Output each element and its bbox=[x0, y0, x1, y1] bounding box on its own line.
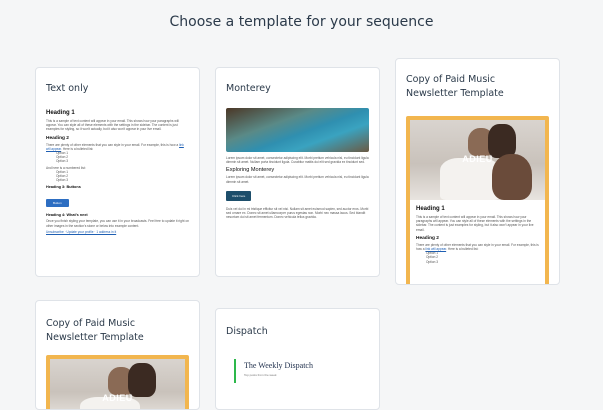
preview-subtitle: Top posts from the week bbox=[244, 373, 277, 377]
preview-paragraph: There are plenty of other elements that … bbox=[416, 242, 539, 252]
preview-paragraph: Lorem ipsum dolor sit amet, consectetur … bbox=[226, 175, 369, 184]
card-title: Text only bbox=[46, 83, 89, 94]
preview-button: Click here bbox=[226, 190, 252, 201]
shirt-shape bbox=[440, 158, 500, 200]
preview-paragraph: Duis vel dui in mi tristique efficitur s… bbox=[226, 206, 369, 220]
template-card-music-newsletter-2[interactable]: Copy of Paid Music Newsletter Template A… bbox=[35, 300, 200, 410]
template-card-monterey[interactable]: Monterey Lorem ipsum dolor sit amet, con… bbox=[215, 67, 380, 277]
preview-heading: Exploring Monterey bbox=[226, 167, 275, 174]
couple-photo: ADIEU bbox=[410, 120, 545, 200]
card-title: Monterey bbox=[226, 83, 271, 94]
coastline-photo bbox=[226, 108, 369, 152]
page-title: Choose a template for your sequence bbox=[169, 14, 434, 30]
adieu-label: ADIEU bbox=[102, 393, 133, 403]
preview-heading-1: Heading 1 bbox=[416, 206, 445, 212]
template-preview: ADIEU Heading 1 This is a sample of text… bbox=[406, 116, 549, 284]
card-title: Copy of Paid Music Newsletter Template bbox=[406, 74, 504, 99]
template-preview: ADIEU bbox=[46, 355, 189, 409]
preview-paragraph: This is a sample of text content will ap… bbox=[46, 119, 179, 132]
preview-paragraph: This is a sample of text content will ap… bbox=[416, 215, 534, 232]
preview-heading: The Weekly Dispatch bbox=[244, 361, 313, 370]
card-title: Dispatch bbox=[226, 326, 268, 337]
preview-heading-4: Heading 4: What's next bbox=[46, 213, 88, 218]
person-shape bbox=[128, 363, 156, 397]
preview-paragraph: Lorem ipsum dolor sit amet, consectetur … bbox=[226, 156, 369, 165]
preview-heading-1: Heading 1 bbox=[46, 110, 75, 116]
adieu-label: ADIEU bbox=[462, 154, 493, 164]
preview-heading-3: Heading 3: Buttons bbox=[46, 185, 81, 190]
newsletter-body: Heading 1 This is a sample of text conte… bbox=[410, 200, 545, 284]
template-preview: The Weekly Dispatch Top posts from the w… bbox=[226, 354, 369, 394]
preview-bullet-list: Option 1 Option 2 Option 3 bbox=[426, 251, 439, 264]
preview-paragraph: Once you finish styling your template, y… bbox=[46, 219, 189, 228]
template-preview: Heading 1 This is a sample of text conte… bbox=[46, 106, 189, 234]
person-shape bbox=[488, 124, 516, 158]
preview-paragraph: There are plenty of other elements that … bbox=[46, 142, 184, 151]
preview-numbered-list: Option 1 Option 2 Option 3 bbox=[56, 169, 69, 183]
preview-bullet-list: Option 1 Option 2 Option 3 bbox=[56, 151, 69, 164]
template-card-text-only[interactable]: Text only Heading 1 This is a sample of … bbox=[35, 67, 200, 277]
preview-button: Button bbox=[46, 199, 69, 208]
template-card-music-newsletter[interactable]: Copy of Paid Music Newsletter Template A… bbox=[395, 58, 560, 285]
template-card-dispatch[interactable]: Dispatch The Weekly Dispatch Top posts f… bbox=[215, 308, 380, 410]
preview-footer-link: Unsubscribe · Update your profile · 1 ad… bbox=[46, 229, 117, 234]
template-preview: Lorem ipsum dolor sit amet, consectetur … bbox=[226, 108, 369, 219]
preview-heading-2: Heading 2 bbox=[416, 235, 439, 241]
accent-bar bbox=[234, 359, 236, 383]
card-title: Copy of Paid Music Newsletter Template bbox=[46, 318, 144, 343]
preview-heading-2: Heading 2 bbox=[46, 135, 69, 141]
couple-photo: ADIEU bbox=[50, 359, 185, 409]
